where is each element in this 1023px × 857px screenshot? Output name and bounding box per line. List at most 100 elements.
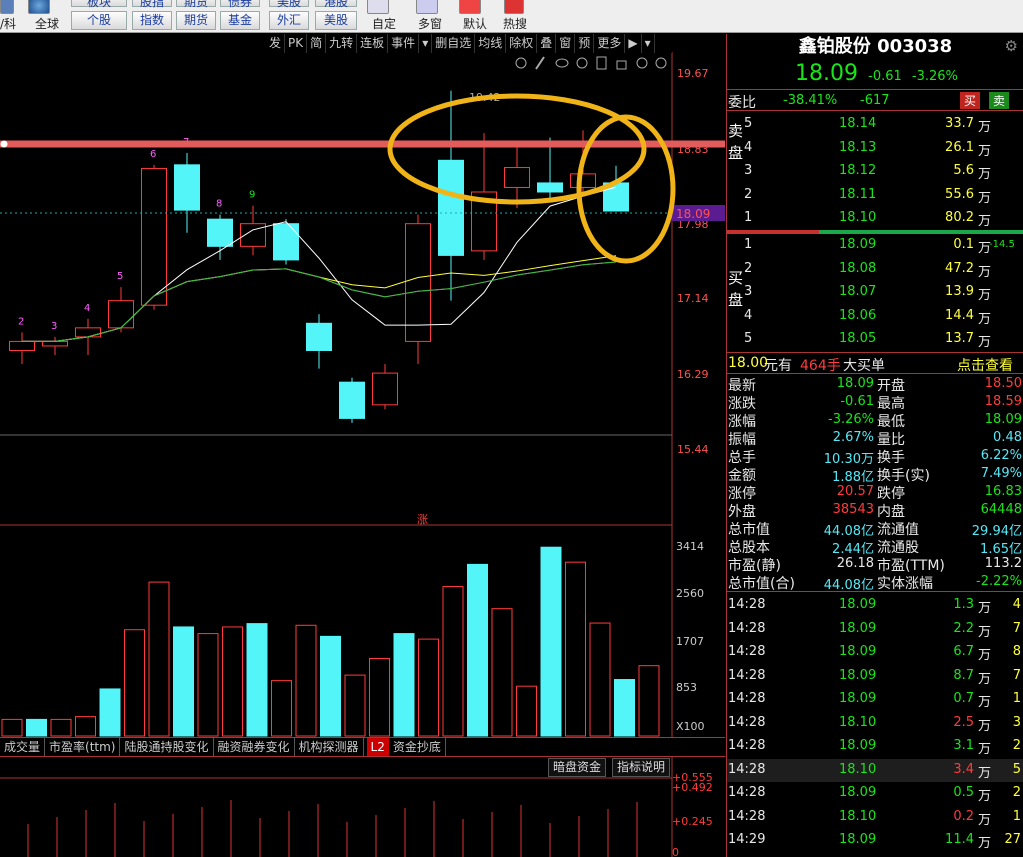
top-clip-button-1[interactable]: 板块	[71, 0, 127, 9]
big-order-link[interactable]: 点击查看	[957, 355, 1013, 375]
volume-bar[interactable]	[75, 716, 96, 737]
menu-icon[interactable]	[0, 0, 14, 14]
volume-bar[interactable]	[295, 624, 317, 737]
label-default[interactable]: 默认	[463, 15, 487, 32]
volume-bar[interactable]	[344, 674, 366, 737]
candle-body[interactable]	[570, 173, 596, 188]
volume-bar[interactable]	[148, 581, 170, 737]
candle-body[interactable]	[405, 223, 431, 342]
ask-level-row[interactable]: 2 18.11 55.6 万	[727, 184, 1023, 207]
volume-bar[interactable]	[565, 561, 586, 737]
label-hot-search[interactable]: 热搜	[503, 15, 527, 32]
bid-level-row[interactable]: 2 18.08 47.2 万	[727, 258, 1023, 281]
kline-chart[interactable]: 19.6718.8317.9817.1416.2915.443414256017…	[0, 34, 776, 857]
candle-body[interactable]	[141, 167, 167, 306]
tool-pk[interactable]: PK	[285, 34, 308, 53]
candle-body[interactable]	[273, 223, 299, 261]
tick-row[interactable]: 14:28 18.09 0.7 万 1	[727, 688, 1023, 711]
candle-body[interactable]	[42, 340, 68, 347]
volume-bar[interactable]	[197, 633, 219, 737]
candle-body[interactable]	[207, 218, 233, 247]
label-global[interactable]: 全球	[35, 15, 59, 32]
default-icon[interactable]	[459, 0, 481, 14]
volume-bar[interactable]	[26, 718, 47, 737]
bid-level-row[interactable]: 4 18.06 14.4 万	[727, 305, 1023, 328]
tool-fa[interactable]: 发	[266, 34, 286, 53]
candle-body[interactable]	[174, 164, 200, 211]
tool-ma[interactable]: 均线	[475, 34, 507, 53]
volume-bar[interactable]	[516, 685, 537, 737]
tool-event[interactable]: 事件	[388, 34, 420, 53]
candle-body[interactable]	[75, 327, 101, 338]
fund-button[interactable]: 基金	[220, 11, 260, 30]
volume-bar[interactable]	[222, 626, 243, 737]
candle-body[interactable]	[9, 340, 35, 351]
quick-buy-button[interactable]: 买	[960, 92, 981, 109]
tab-volume[interactable]: 成交量	[0, 738, 46, 756]
stock-button[interactable]: 个股	[71, 11, 127, 30]
custom-icon[interactable]	[367, 0, 389, 14]
volume-bar[interactable]	[320, 635, 341, 737]
volume-bar[interactable]	[442, 586, 464, 737]
top-clip-button-4[interactable]: 债券	[220, 0, 260, 9]
tick-row[interactable]: 14:28 18.09 0.5 万 2	[727, 782, 1023, 805]
volume-bar[interactable]	[1, 718, 23, 737]
volume-bar[interactable]	[418, 638, 439, 737]
tool-exright[interactable]: 除权	[506, 34, 538, 53]
volume-bar[interactable]	[540, 546, 562, 737]
big-order-row[interactable]: 18.00 元有 464手 大买单 点击查看	[727, 352, 1023, 374]
tool-event-dropdown[interactable]: ▾	[419, 34, 433, 53]
candle-body[interactable]	[372, 372, 398, 406]
tab-indicator-help[interactable]: 指标说明	[612, 758, 671, 777]
volume-bar[interactable]	[638, 665, 660, 737]
tool-expand[interactable]: ▶	[625, 34, 642, 53]
volume-bar[interactable]	[491, 608, 513, 737]
tick-row[interactable]: 14:28 18.09 1.3 万 4	[727, 594, 1023, 617]
quick-sell-button[interactable]: 卖	[989, 92, 1010, 109]
candle-body[interactable]	[438, 159, 464, 256]
tool-overlay[interactable]: 叠	[537, 34, 557, 53]
top-clip-button-5[interactable]: 美股	[269, 0, 309, 9]
tool-limit-board[interactable]: 连板	[357, 34, 389, 53]
tool-preview[interactable]: 预	[575, 34, 595, 53]
tick-row[interactable]: 14:28 18.10 3.4 万 5	[727, 758, 1023, 782]
tool-remove-watch[interactable]: 删自选	[432, 34, 476, 53]
top-clip-button-6[interactable]: 港股	[315, 0, 357, 9]
tab-margin[interactable]: 融资融券变化	[214, 738, 295, 756]
candle-body[interactable]	[306, 322, 332, 351]
bid-level-row[interactable]: 5 18.05 13.7 万	[727, 328, 1023, 351]
tick-row[interactable]: 14:28 18.10 0.2 万 1	[727, 806, 1023, 829]
volume-bar[interactable]	[393, 633, 415, 737]
ask-level-row[interactable]: 3 18.12 5.6 万	[727, 160, 1023, 183]
us-stock-button[interactable]: 美股	[315, 11, 357, 30]
tick-row[interactable]: 14:29 18.09 11.4 万 27	[727, 829, 1023, 852]
volume-bar[interactable]	[173, 626, 194, 737]
tab-dark-capital[interactable]: 暗盘资金	[548, 758, 607, 777]
tick-row[interactable]: 14:28 18.09 8.7 万 7	[727, 665, 1023, 688]
candle-body[interactable]	[504, 167, 530, 188]
bid-level-row[interactable]: 1 18.09 0.1 万 -14.5	[727, 234, 1023, 257]
volume-bar[interactable]	[99, 688, 121, 737]
gear-icon[interactable]: ⚙	[1005, 37, 1018, 55]
line-handle-left[interactable]	[0, 140, 8, 148]
ask-level-row[interactable]: 1 18.10 80.2 万	[727, 207, 1023, 230]
multiwindow-icon[interactable]	[416, 0, 438, 14]
tab-northbound[interactable]: 陆股通持股变化	[120, 738, 214, 756]
bid-level-row[interactable]: 3 18.07 13.9 万	[727, 281, 1023, 304]
volume-bar[interactable]	[271, 680, 292, 737]
ask-level-row[interactable]: 4 18.13 26.1 万	[727, 137, 1023, 160]
label-multiwindow[interactable]: 多窗	[418, 15, 442, 32]
volume-bar[interactable]	[246, 623, 268, 737]
tool-window[interactable]: 窗	[556, 34, 576, 53]
candle-body[interactable]	[108, 300, 134, 329]
hot-search-icon[interactable]	[504, 0, 524, 14]
volume-bar[interactable]	[50, 718, 72, 737]
tab-capital-bottom[interactable]: 资金抄底	[389, 738, 446, 756]
volume-bar[interactable]	[614, 679, 635, 737]
tab-pe-ttm[interactable]: 市盈率(ttm)	[45, 738, 121, 756]
tool-nine-turn[interactable]: 九转	[326, 34, 358, 53]
forex-button[interactable]: 外汇	[269, 11, 309, 30]
candle-body[interactable]	[339, 381, 365, 419]
top-clip-button-3[interactable]: 期货	[176, 0, 216, 9]
volume-bar[interactable]	[124, 629, 145, 737]
